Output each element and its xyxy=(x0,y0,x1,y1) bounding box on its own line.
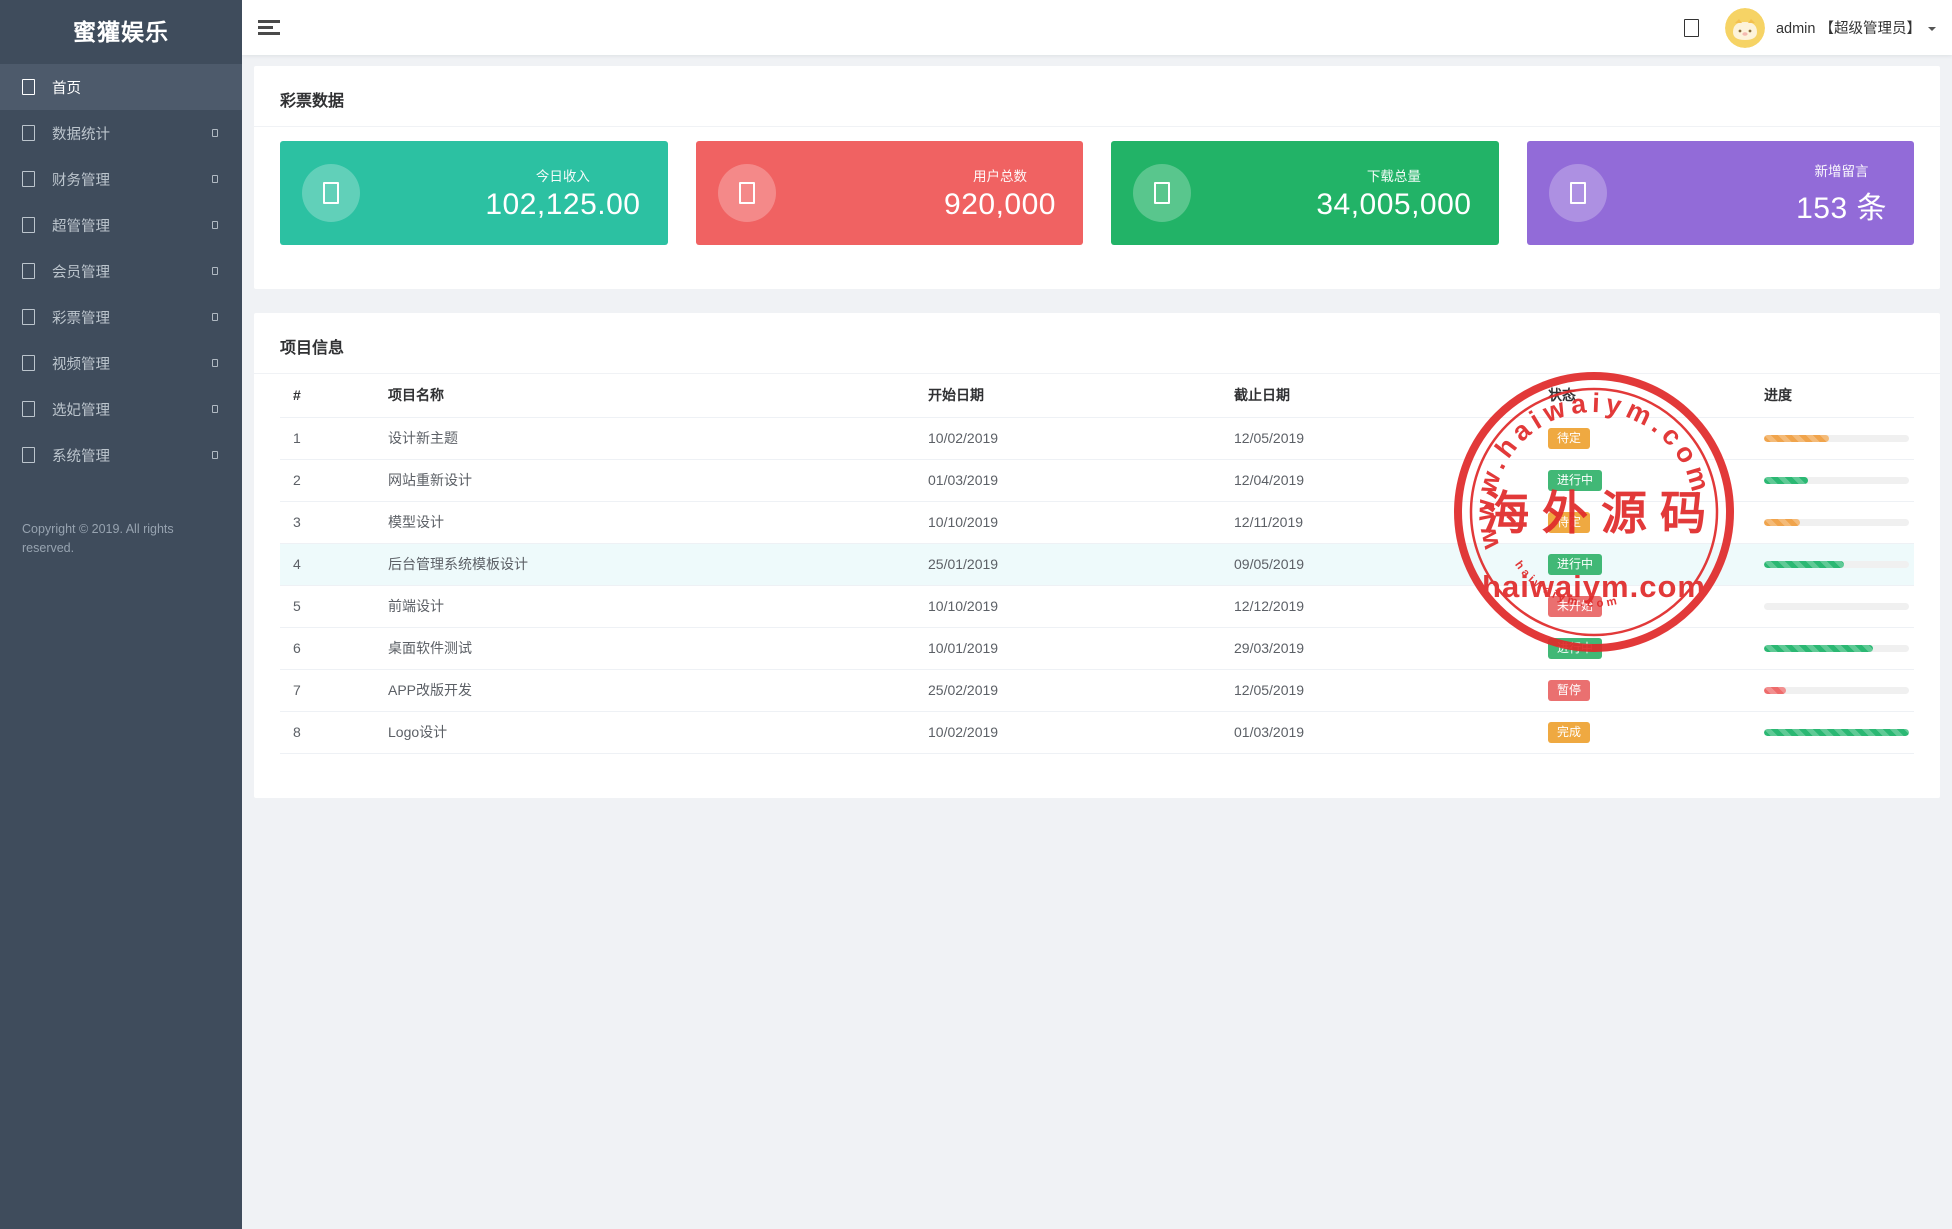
table-row[interactable]: 2 网站重新设计 01/03/2019 12/04/2019 进行中 xyxy=(280,459,1914,501)
stat-label: 下载总量 xyxy=(1316,165,1471,185)
top-header: admin 【超级管理员】 xyxy=(242,0,1952,55)
chevron-icon xyxy=(212,129,218,137)
message-icon xyxy=(1549,164,1607,222)
stat-card-downloads: 下载总量 34,005,000 xyxy=(1111,141,1499,245)
progress-bar xyxy=(1764,645,1909,652)
status-badge: 进行中 xyxy=(1548,638,1602,659)
sidebar-item-label: 会员管理 xyxy=(52,261,212,282)
user-menu[interactable]: admin 【超级管理员】 xyxy=(1776,17,1921,38)
table-row[interactable]: 6 桌面软件测试 10/01/2019 29/03/2019 进行中 xyxy=(280,627,1914,669)
sidebar-item-members[interactable]: 会员管理 xyxy=(0,248,242,294)
sidebar-item-label: 超管管理 xyxy=(52,215,212,236)
panel-title: 彩票数据 xyxy=(280,93,344,110)
chevron-icon xyxy=(212,451,218,459)
money-icon xyxy=(302,164,360,222)
col-num: # xyxy=(280,374,380,417)
home-icon xyxy=(22,79,35,95)
sidebar-item-lottery[interactable]: 彩票管理 xyxy=(0,294,242,340)
col-end: 截止日期 xyxy=(1226,374,1540,417)
admin-icon xyxy=(22,217,35,233)
sidebar-item-xuanfei[interactable]: 选妃管理 xyxy=(0,386,242,432)
lottery-icon xyxy=(22,309,35,325)
members-icon xyxy=(22,263,35,279)
lottery-data-panel: 彩票数据 今日收入 102,125.00 用户总数 920,000 xyxy=(254,66,1940,289)
table-row[interactable]: 7 APP改版开发 25/02/2019 12/05/2019 暂停 xyxy=(280,669,1914,711)
col-name: 项目名称 xyxy=(380,374,920,417)
table-row[interactable]: 3 模型设计 10/10/2019 12/11/2019 待定 xyxy=(280,501,1914,543)
avatar[interactable] xyxy=(1725,8,1765,48)
chevron-down-icon xyxy=(1928,27,1936,35)
chevron-icon xyxy=(212,221,218,229)
finance-icon xyxy=(22,171,35,187)
fullscreen-icon[interactable] xyxy=(1684,19,1699,37)
download-icon xyxy=(1133,164,1191,222)
chevron-icon xyxy=(212,405,218,413)
stat-value: 102,125.00 xyxy=(485,188,640,222)
copyright-text: Copyright © 2019. All rights reserved. xyxy=(0,520,200,559)
sidebar-item-system[interactable]: 系统管理 xyxy=(0,432,242,478)
chevron-icon xyxy=(212,267,218,275)
stat-value: 920,000 xyxy=(944,188,1056,222)
xuanfei-icon xyxy=(22,401,35,417)
sidebar-item-label: 系统管理 xyxy=(52,445,212,466)
progress-bar xyxy=(1764,561,1909,568)
stat-label: 新增留言 xyxy=(1796,160,1887,180)
progress-bar xyxy=(1764,435,1909,442)
stats-icon xyxy=(22,125,35,141)
stat-card-users: 用户总数 920,000 xyxy=(696,141,1084,245)
stat-label: 今日收入 xyxy=(485,165,640,185)
col-progress: 进度 xyxy=(1756,374,1914,417)
stat-label: 用户总数 xyxy=(944,165,1056,185)
table-row[interactable]: 4 后台管理系统模板设计 25/01/2019 09/05/2019 进行中 xyxy=(280,543,1914,585)
sidebar-item-label: 数据统计 xyxy=(52,123,212,144)
project-info-panel: 项目信息 # 项目名称 开始日期 截止日期 状态 进度 1 xyxy=(254,313,1940,798)
sidebar-item-data-stats[interactable]: 数据统计 xyxy=(0,110,242,156)
table-row[interactable]: 5 前端设计 10/10/2019 12/12/2019 未开始 xyxy=(280,585,1914,627)
status-badge: 待定 xyxy=(1548,428,1590,449)
sidebar-toggle-icon[interactable] xyxy=(258,17,280,39)
main-content: 彩票数据 今日收入 102,125.00 用户总数 920,000 xyxy=(242,55,1952,1229)
progress-bar xyxy=(1764,603,1909,610)
status-badge: 待定 xyxy=(1548,512,1590,533)
progress-bar xyxy=(1764,477,1909,484)
sidebar-item-label: 选妃管理 xyxy=(52,399,212,420)
stat-value: 153 条 xyxy=(1796,183,1887,227)
table-row[interactable]: 8 Logo设计 10/02/2019 01/03/2019 完成 xyxy=(280,711,1914,753)
progress-bar xyxy=(1764,687,1909,694)
sidebar-item-label: 财务管理 xyxy=(52,169,212,190)
sidebar-item-superadmin[interactable]: 超管管理 xyxy=(0,202,242,248)
sidebar-item-label: 视频管理 xyxy=(52,353,212,374)
status-badge: 进行中 xyxy=(1548,554,1602,575)
status-badge: 未开始 xyxy=(1548,596,1602,617)
status-badge: 进行中 xyxy=(1548,470,1602,491)
system-icon xyxy=(22,447,35,463)
stat-card-income: 今日收入 102,125.00 xyxy=(280,141,668,245)
users-icon xyxy=(718,164,776,222)
table-row[interactable]: 1 设计新主题 10/02/2019 12/05/2019 待定 xyxy=(280,417,1914,459)
col-status: 状态 xyxy=(1540,374,1756,417)
chevron-icon xyxy=(212,359,218,367)
sidebar-nav: 首页 数据统计 财务管理 超管管理 会员管理 彩票管理 xyxy=(0,64,242,478)
sidebar-item-label: 彩票管理 xyxy=(52,307,212,328)
stat-card-messages: 新增留言 153 条 xyxy=(1527,141,1915,245)
stat-value: 34,005,000 xyxy=(1316,188,1471,222)
progress-bar xyxy=(1764,519,1909,526)
progress-bar xyxy=(1764,729,1909,736)
chevron-icon xyxy=(212,313,218,321)
sidebar: 蜜獾娱乐 首页 数据统计 财务管理 超管管理 会员管理 彩票管理 xyxy=(0,0,242,1229)
projects-table: # 项目名称 开始日期 截止日期 状态 进度 1 设计新主题 10/02/201… xyxy=(280,374,1914,754)
table-header-row: # 项目名称 开始日期 截止日期 状态 进度 xyxy=(280,374,1914,417)
col-start: 开始日期 xyxy=(920,374,1226,417)
status-badge: 暂停 xyxy=(1548,680,1590,701)
app-logo: 蜜獾娱乐 xyxy=(0,0,242,64)
chevron-icon xyxy=(212,175,218,183)
sidebar-item-home[interactable]: 首页 xyxy=(0,64,242,110)
sidebar-item-finance[interactable]: 财务管理 xyxy=(0,156,242,202)
status-badge: 完成 xyxy=(1548,722,1590,743)
video-icon xyxy=(22,355,35,371)
sidebar-item-label: 首页 xyxy=(52,77,218,98)
sidebar-item-video[interactable]: 视频管理 xyxy=(0,340,242,386)
panel-title: 项目信息 xyxy=(280,340,344,357)
